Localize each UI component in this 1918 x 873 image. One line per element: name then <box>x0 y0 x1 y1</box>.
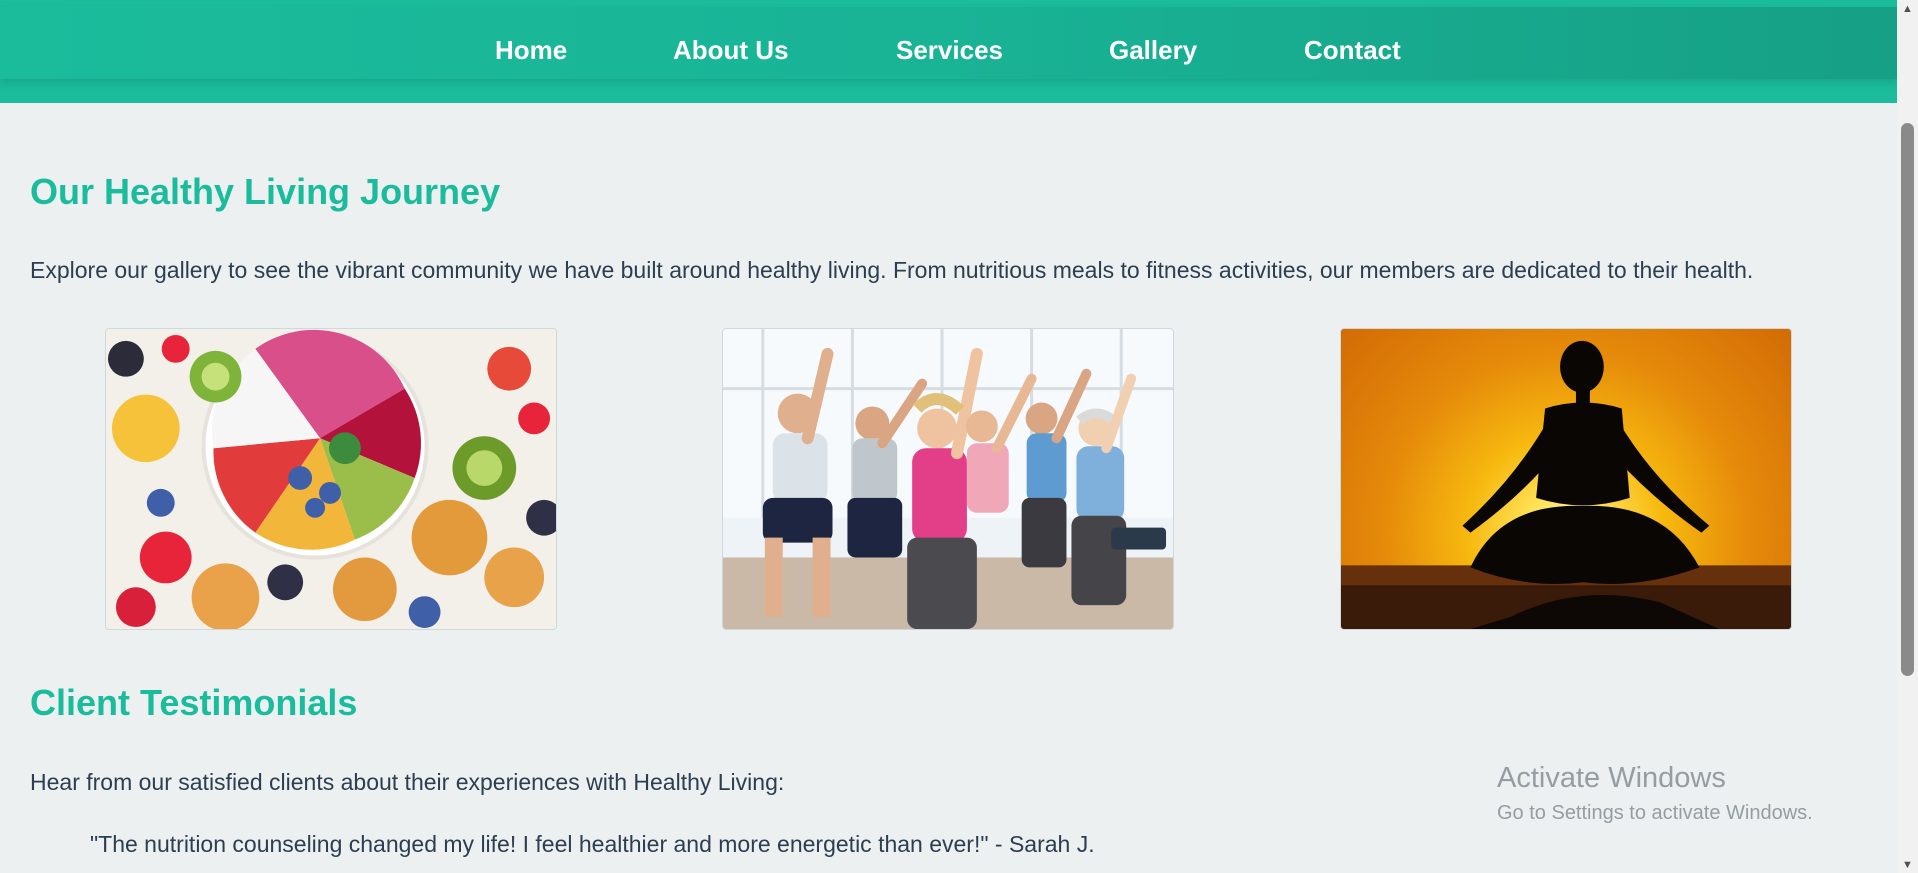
nav-link-about-us[interactable]: About Us <box>673 35 789 65</box>
watermark-title: Activate Windows <box>1497 762 1726 794</box>
nav-link-services[interactable]: Services <box>896 35 1003 65</box>
journey-heading: Our Healthy Living Journey <box>30 171 501 212</box>
nav-link-home[interactable]: Home <box>495 35 567 65</box>
nav-link-contact[interactable]: Contact <box>1304 35 1401 65</box>
header-top-strip <box>0 0 1897 7</box>
gallery-image-healthy-food[interactable] <box>105 328 557 630</box>
testimonials-heading: Client Testimonials <box>30 682 358 723</box>
gallery-image-yoga-sunset[interactable] <box>1340 328 1792 630</box>
nav-link-gallery[interactable]: Gallery <box>1109 35 1197 65</box>
page-viewport: Home About Us Services Gallery Contact O… <box>0 0 1897 873</box>
healthy-food-illustration <box>106 329 556 629</box>
scrollbar-thumb[interactable] <box>1901 123 1914 676</box>
fitness-class-illustration <box>723 329 1173 629</box>
triangle-up-icon[interactable]: ▲ <box>1897 0 1918 17</box>
main-navbar: Home About Us Services Gallery Contact <box>0 7 1897 79</box>
testimonial-quote: "The nutrition counseling changed my lif… <box>90 831 1095 857</box>
testimonials-intro-text: Hear from our satisfied clients about th… <box>30 769 785 795</box>
watermark-subtitle: Go to Settings to activate Windows. <box>1497 802 1813 824</box>
gallery-image-fitness-class[interactable] <box>722 328 1174 630</box>
yoga-silhouette-illustration <box>1341 340 1791 629</box>
triangle-down-icon[interactable]: ▼ <box>1897 856 1918 873</box>
activate-windows-watermark: Activate Windows Go to Settings to activ… <box>1497 761 1813 827</box>
vertical-scrollbar[interactable]: ▲ ▼ <box>1897 0 1918 873</box>
journey-intro-text: Explore our gallery to see the vibrant c… <box>30 257 1754 283</box>
